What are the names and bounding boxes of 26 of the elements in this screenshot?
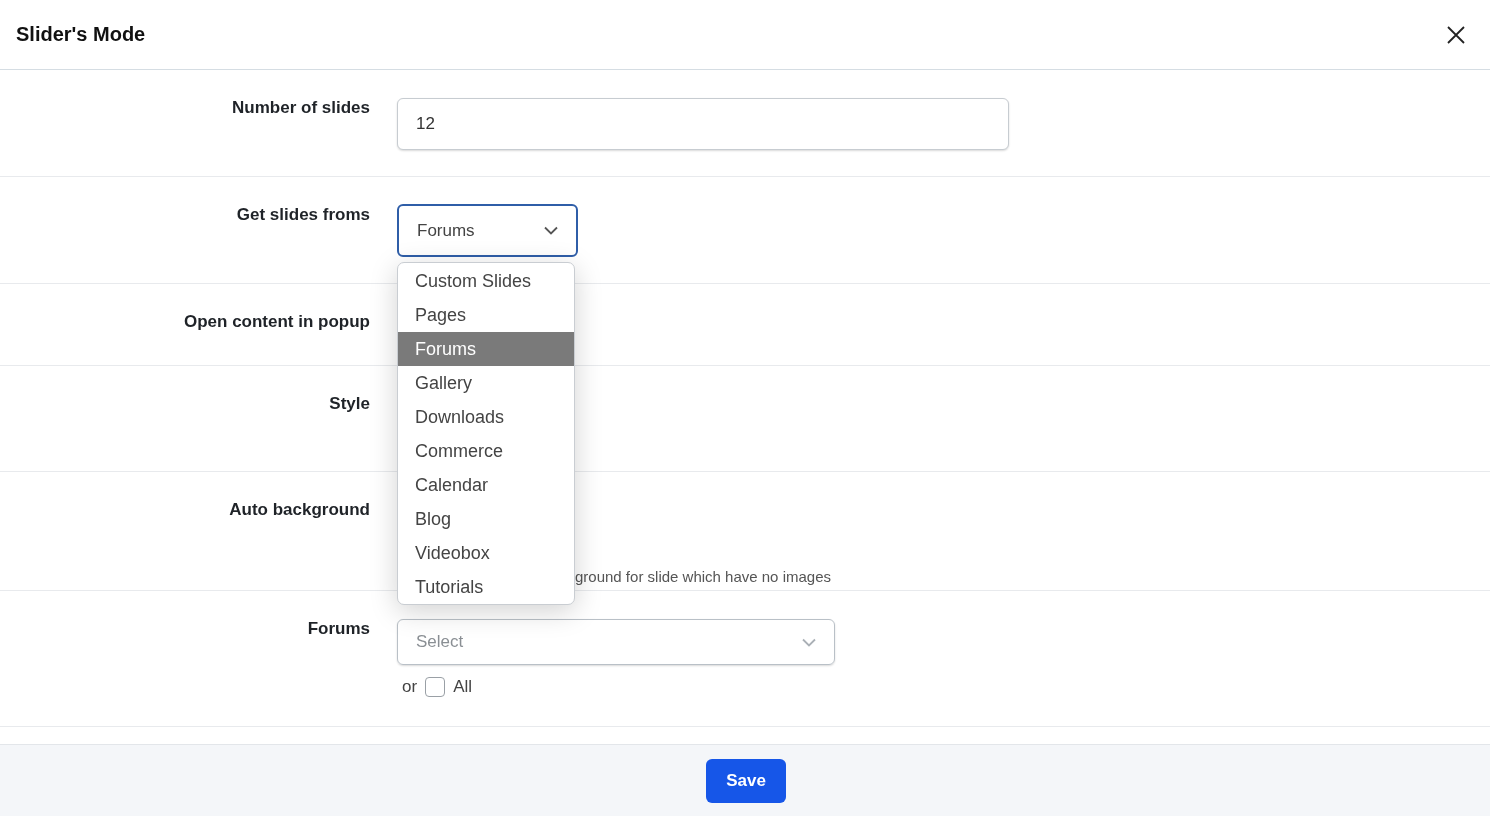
field-label: Forums [307,618,370,640]
dropdown-option[interactable]: Downloads [398,400,574,434]
field-label: Auto background [229,499,370,521]
dropdown-option[interactable]: Calendar [398,468,574,502]
or-text: or [402,677,418,697]
dropdown-option[interactable]: Videobox [398,536,574,570]
chevron-down-icon [802,637,816,647]
number-input-field[interactable]: 12 [397,98,1009,150]
dropdown-option[interactable]: Forums [398,332,574,366]
field-label: Get slides froms [236,204,370,226]
help-text: ground for slide which have no images [575,568,831,585]
field-label: Number of slides [232,97,370,119]
dropdown-option[interactable]: Commerce [398,434,574,468]
dropdown-option[interactable]: Pages [398,298,574,332]
dropdown-option[interactable]: Gallery [398,366,574,400]
save-button[interactable]: Save [706,758,786,803]
dropdown-option[interactable]: Blog [398,502,574,536]
dropdown-option[interactable]: Tutorials [398,570,574,604]
dropdown-option[interactable]: Custom Slides [398,264,574,298]
field-label: Open content in popup [183,311,370,333]
checkbox-label: All [453,677,473,697]
all-checkbox[interactable] [425,677,446,697]
field-label: Style [329,393,370,415]
dialog-title: Slider's Mode [16,23,146,46]
chevron-down-icon [544,226,558,235]
source-select[interactable]: Forums [397,204,578,257]
